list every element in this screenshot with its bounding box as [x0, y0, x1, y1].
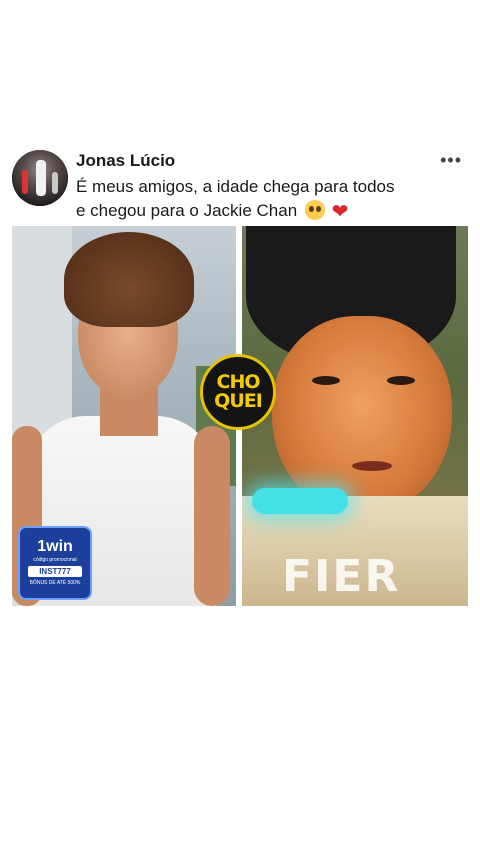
choquei-logo: CHO QUEI	[200, 354, 276, 430]
more-options-icon[interactable]: •••	[440, 150, 462, 171]
tweet-text: É meus amigos, a idade chega para todos …	[76, 175, 468, 224]
post-text-column: Jonas Lúcio ••• É meus amigos, a idade c…	[76, 150, 468, 224]
avatar[interactable]	[12, 150, 68, 206]
cyan-glow-effect	[252, 488, 348, 514]
post-header: Jonas Lúcio ••• É meus amigos, a idade c…	[12, 150, 468, 224]
name-row: Jonas Lúcio •••	[76, 150, 468, 171]
author-name[interactable]: Jonas Lúcio	[76, 151, 175, 171]
watermark-text: FIER	[282, 551, 401, 602]
photo-older-jackie-chan: FIER	[242, 226, 468, 606]
tweet-text-line-1: É meus amigos, a idade chega para todos	[76, 177, 395, 196]
tweet-post: Jonas Lúcio ••• É meus amigos, a idade c…	[12, 150, 468, 606]
red-heart-icon: ❤	[331, 201, 349, 223]
1win-promo-badge: 1win código promocional INST777 BÔNUS DE…	[18, 526, 92, 600]
pleading-face-emoji-icon	[304, 200, 325, 220]
1win-logo: 1win	[37, 538, 73, 555]
promo-code: INST777	[28, 566, 82, 577]
tweet-text-line-2: e chegou para o Jackie Chan	[76, 201, 298, 220]
photo-young-jackie-chan: 1win código promocional INST777 BÔNUS DE…	[12, 226, 236, 606]
promo-caption: código promocional	[33, 557, 77, 563]
choquei-line-2: QUEI	[214, 390, 263, 412]
comparison-image[interactable]: 1win código promocional INST777 BÔNUS DE…	[12, 226, 468, 606]
promo-bonus: BÔNUS DE ATÉ 500%	[29, 580, 81, 586]
